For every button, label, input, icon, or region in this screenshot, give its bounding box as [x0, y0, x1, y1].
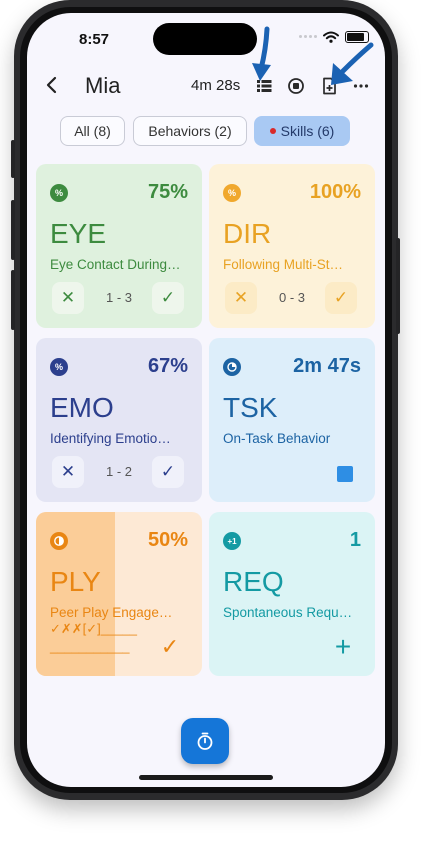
power-button	[396, 238, 400, 334]
dynamic-island	[153, 23, 257, 55]
interval-icon	[50, 532, 68, 550]
page-title: Mia	[85, 73, 121, 98]
duration-icon	[223, 358, 241, 376]
skill-card-dir[interactable]: % 100% DIR Following Multi-St… ✕ 0 - 3 ✓	[209, 164, 375, 328]
chevron-left-icon[interactable]	[41, 73, 63, 97]
card-description: Eye Contact During…	[50, 257, 181, 272]
session-timer: 4m 28s	[191, 77, 241, 94]
card-value: 1	[349, 529, 361, 551]
card-description: Following Multi-St…	[223, 257, 344, 272]
card-description: Identifying Emotio…	[50, 431, 171, 446]
tab-all-label: All (8)	[74, 123, 111, 139]
correct-button[interactable]: ✓	[154, 631, 186, 663]
card-value: 67%	[147, 355, 188, 377]
app-screen: 8:57 Mia 4m 28s All (8) Behaviors (2) Sk…	[27, 13, 385, 787]
card-value: 75%	[147, 181, 188, 203]
mute-button	[11, 270, 15, 330]
skill-card-emo[interactable]: % 67% EMO Identifying Emotio… ✕ 1 - 2 ✓	[36, 338, 202, 502]
home-indicator	[139, 775, 273, 780]
card-code: EMO	[50, 392, 114, 423]
card-code: REQ	[223, 566, 284, 597]
status-time: 8:57	[79, 31, 110, 48]
tab-behaviors-label: Behaviors (2)	[148, 123, 232, 139]
correct-button[interactable]: ✓	[152, 282, 184, 314]
card-description: Peer Play Engage…	[50, 605, 173, 620]
stop-circle-icon[interactable]	[287, 77, 305, 95]
card-code: EYE	[50, 218, 107, 249]
signal-icon	[299, 35, 317, 39]
skill-card-tsk[interactable]: 2m 47s TSK On-Task Behavior	[209, 338, 375, 502]
tab-skills-label: Skills (6)	[280, 123, 335, 139]
stopwatch-icon	[197, 732, 213, 750]
increment-button[interactable]: +	[327, 631, 359, 663]
card-value: 50%	[147, 529, 188, 551]
plus-one-icon: +1	[223, 532, 241, 550]
annotation-arrow-list	[252, 26, 271, 81]
correct-button[interactable]: ✓	[152, 456, 184, 488]
correct-button[interactable]: ✓	[325, 282, 357, 314]
card-value: 2m 47s	[293, 355, 361, 377]
card-description: Spontaneous Requ…	[223, 605, 353, 620]
trial-history-line2: ___________	[50, 639, 130, 654]
tab-behaviors[interactable]: Behaviors (2)	[133, 116, 247, 146]
card-code: TSK	[223, 392, 278, 423]
active-dot	[269, 128, 276, 134]
tab-skills[interactable]: Skills (6)	[254, 116, 350, 146]
tab-all[interactable]: All (8)	[60, 116, 125, 146]
skill-card-eye[interactable]: % 75% EYE Eye Contact During… ✕ 1 - 3 ✓	[36, 164, 202, 328]
stopwatch-button[interactable]	[181, 718, 229, 764]
stop-timer-button[interactable]	[337, 466, 353, 482]
card-code: PLY	[50, 566, 101, 597]
annotation-arrow-add-note	[331, 42, 374, 85]
trial-history: ✓✗✗[✓]_____	[50, 621, 137, 636]
percent-icon: %	[50, 184, 68, 202]
volume-down-button	[11, 200, 15, 260]
skill-card-ply[interactable]: 50% PLY Peer Play Engage… ✓✗✗[✓]_____ __…	[36, 512, 202, 676]
card-value: 100%	[309, 181, 361, 203]
percent-icon: %	[223, 184, 241, 202]
volume-up-button	[11, 140, 15, 178]
card-description: On-Task Behavior	[223, 431, 331, 446]
card-code: DIR	[223, 218, 272, 249]
percent-icon: %	[50, 358, 68, 376]
skill-card-req[interactable]: +1 1 REQ Spontaneous Requ… +	[209, 512, 375, 676]
